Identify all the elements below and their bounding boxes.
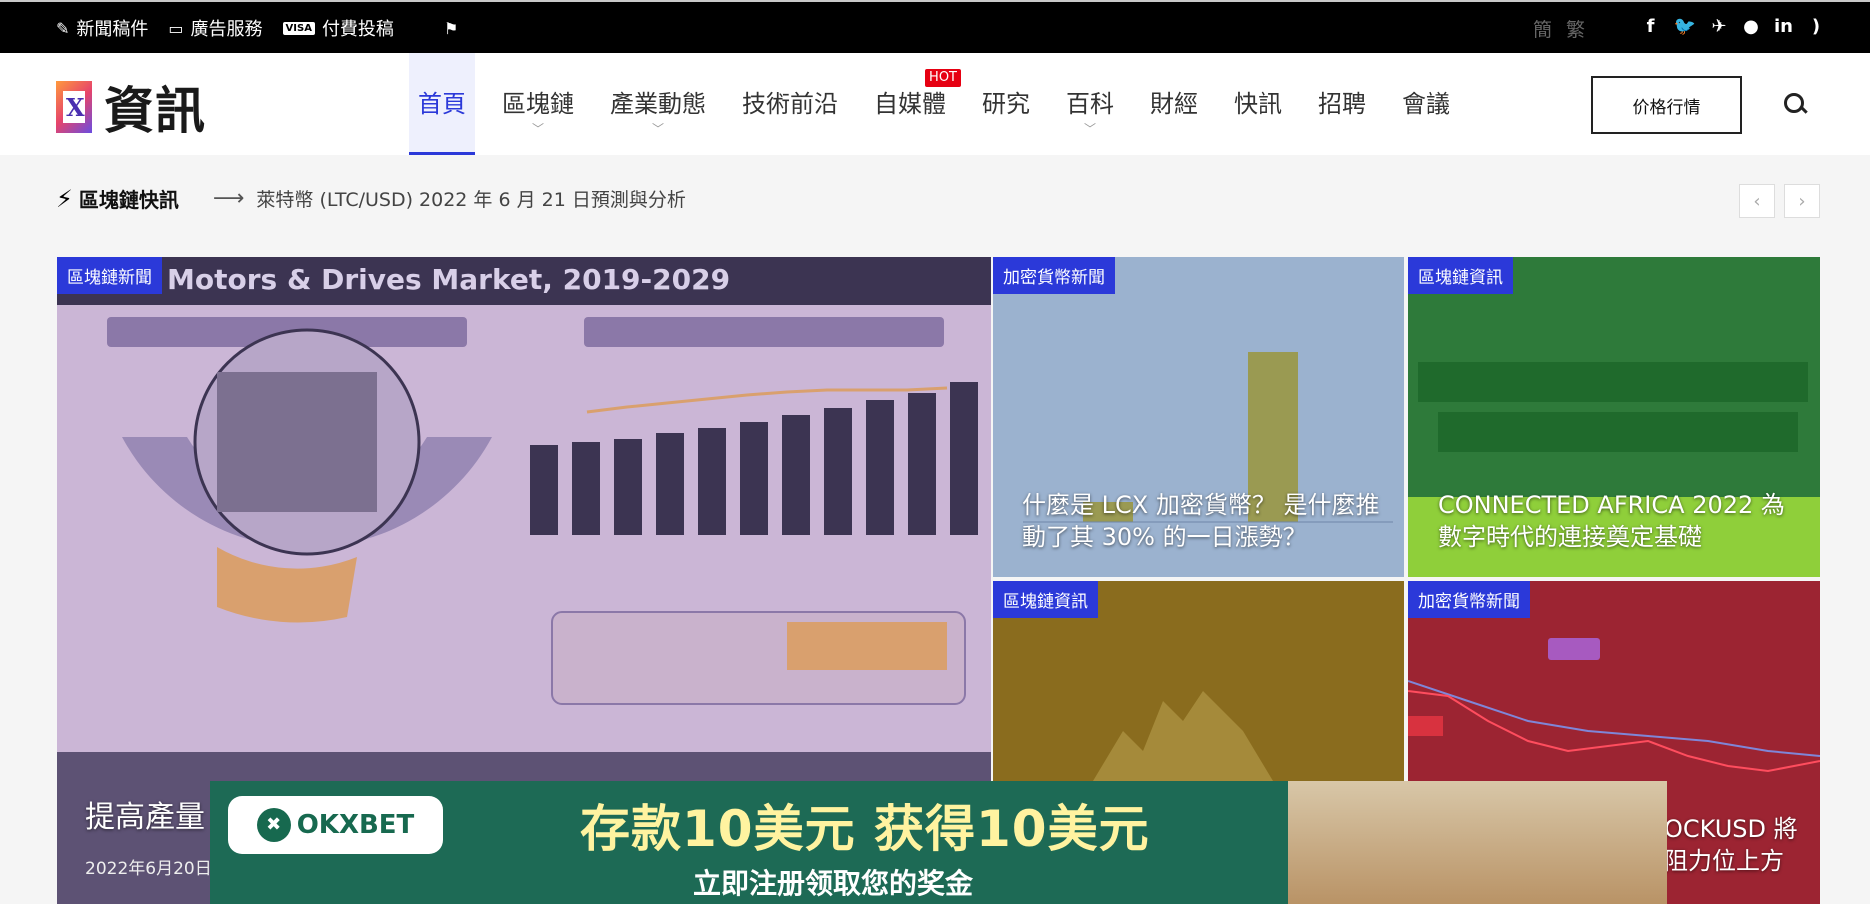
ticker-next-button[interactable]: › (1784, 184, 1820, 218)
header: X 資訊 首頁 區塊鏈 ﹀ 產業動態 ﹀ 技術前沿 自媒體 HOT 研究 百科 ﹀ 財經… (0, 53, 1870, 155)
lightning-icon: ⚡ (56, 184, 73, 213)
reddit-icon[interactable]: ● (1742, 16, 1760, 37)
rss-icon[interactable]: ) (1807, 16, 1825, 37)
top-link-paid[interactable]: VISA 付費投稿 (282, 15, 394, 41)
linkedin-icon[interactable]: in (1774, 16, 1793, 37)
nav-item-tech[interactable]: 技術前沿 (733, 53, 847, 155)
nav-label: 招聘 (1318, 90, 1366, 118)
featured-tile-3[interactable]: 區塊鏈資訊 CONNECTED AFRICA 2022 為數字時代的連接奠定基礎 (1408, 257, 1820, 577)
nav-label: 財經 (1150, 90, 1198, 118)
search-icon[interactable] (1782, 91, 1808, 117)
ad-image (1288, 781, 1667, 904)
category-badge[interactable]: 區塊鏈資訊 (1408, 257, 1513, 294)
category-badge[interactable]: 加密貨幣新聞 (1408, 581, 1530, 618)
featured-tile-2[interactable]: 加密貨幣新聞 什麼是 LCX 加密貨幣？ 是什麼推動了其 30% 的一日漲勢？ (993, 257, 1404, 577)
nav-item-research[interactable]: 研究 (973, 53, 1039, 155)
nav-item-wiki[interactable]: 百科 ﹀ (1057, 53, 1123, 155)
tile-title[interactable]: CONNECTED AFRICA 2022 為數字時代的連接奠定基礎 (1438, 489, 1808, 553)
nav-item-flash[interactable]: 快訊 (1225, 53, 1291, 155)
tile-title[interactable]: 提高產量 (85, 802, 205, 834)
nav-item-industry[interactable]: 產業動態 ﹀ (601, 53, 715, 155)
nav-label: 首頁 (418, 90, 466, 118)
ticker-prev-button[interactable]: ‹ (1739, 184, 1775, 218)
telegram-icon[interactable]: ✈ (1710, 16, 1728, 37)
twitter-icon[interactable]: 🐦 (1674, 16, 1696, 37)
price-button[interactable]: 价格行情 (1591, 76, 1742, 134)
okx-logo-icon: ✖ (256, 808, 291, 842)
nav-label: 研究 (982, 90, 1030, 118)
nav-label: 產業動態 (610, 90, 706, 118)
top-links: ✎ 新聞稿件 ▭ 廣告服務 VISA 付費投稿 ⚑ (56, 15, 458, 41)
top-link-label: 付費投稿 (321, 19, 394, 40)
edit-icon: ✎ (56, 18, 70, 38)
ad-headline: 存款10美元 获得10美元 (580, 800, 1150, 858)
main-nav: 首頁 區塊鏈 ﹀ 產業動態 ﹀ 技術前沿 自媒體 HOT 研究 百科 ﹀ 財經 快訊 招… (409, 53, 1477, 155)
ticker-headline[interactable]: 萊特幣 (LTC/USD) 2022 年 6 月 21 日預測與分析 (256, 185, 685, 212)
category-badge[interactable]: 加密貨幣新聞 (993, 257, 1115, 294)
nav-item-events[interactable]: 會議 (1393, 53, 1459, 155)
site-logo[interactable]: X 資訊 (56, 71, 206, 143)
hot-badge: HOT (925, 69, 961, 87)
nav-label: 會議 (1402, 90, 1450, 118)
logo-text: 資訊 (104, 81, 206, 140)
facebook-icon[interactable]: f (1642, 16, 1660, 37)
ticker-label: 區塊鏈快訊 (78, 188, 179, 212)
top-link-ads[interactable]: ▭ 廣告服務 (168, 15, 262, 41)
tile-date: 2022年6月20日 (85, 859, 212, 879)
tile-title[interactable]: 什麼是 LCX 加密貨幣？ 是什麼推動了其 30% 的一日漲勢？ (1022, 489, 1382, 553)
language-switch[interactable]: 簡 繁 (1533, 15, 1589, 42)
ad-subline: 立即注册领取您的奖金 (693, 867, 974, 900)
arrow-right-icon: ⟶ (212, 186, 245, 211)
nav-item-media[interactable]: 自媒體 HOT (865, 53, 961, 155)
social-links: f 🐦 ✈ ● in ) (1642, 16, 1825, 37)
chevron-down-icon: ﹀ (1083, 122, 1097, 136)
nav-label: 百科 (1066, 90, 1114, 118)
ad-brand-text: OKXBET (296, 810, 415, 840)
chevron-down-icon: ﹀ (651, 122, 665, 136)
nav-label: 自媒體 (874, 90, 946, 118)
top-link-label: 廣告服務 (190, 19, 263, 40)
nav-item-home[interactable]: 首頁 (409, 53, 475, 155)
translate-icon: ⚑ (443, 18, 459, 38)
ad-banner[interactable]: ✖ OKXBET 存款10美元 获得10美元 立即注册领取您的奖金 (210, 781, 1667, 904)
tile-title[interactable]: OCKUSD 將 阻力位上方 (1664, 813, 1814, 877)
translate-button[interactable]: ⚑ (444, 15, 458, 41)
nav-label: 快訊 (1234, 90, 1282, 118)
category-badge[interactable]: 區塊鏈資訊 (993, 581, 1098, 618)
top-link-label: 新聞稿件 (76, 19, 149, 40)
monitor-icon: ▭ (168, 18, 184, 38)
category-badge[interactable]: 區塊鏈新聞 (57, 257, 162, 294)
logo-mark: X (56, 81, 92, 133)
top-link-press[interactable]: ✎ 新聞稿件 (56, 15, 148, 41)
nav-item-finance[interactable]: 財經 (1141, 53, 1207, 155)
nav-item-jobs[interactable]: 招聘 (1309, 53, 1375, 155)
nav-item-blockchain[interactable]: 區塊鏈 ﹀ (493, 53, 583, 155)
top-bar: ✎ 新聞稿件 ▭ 廣告服務 VISA 付費投稿 ⚑ 簡 繁 f 🐦 ✈ ● in… (0, 0, 1870, 53)
chevron-down-icon: ﹀ (531, 122, 545, 136)
visa-icon: VISA (282, 21, 315, 35)
nav-label: 區塊鏈 (502, 90, 574, 118)
news-ticker: ⚡ 區塊鏈快訊 ⟶ 萊特幣 (LTC/USD) 2022 年 6 月 21 日預… (56, 184, 686, 213)
ad-brand: ✖ OKXBET (228, 796, 443, 854)
nav-label: 技術前沿 (742, 90, 838, 118)
